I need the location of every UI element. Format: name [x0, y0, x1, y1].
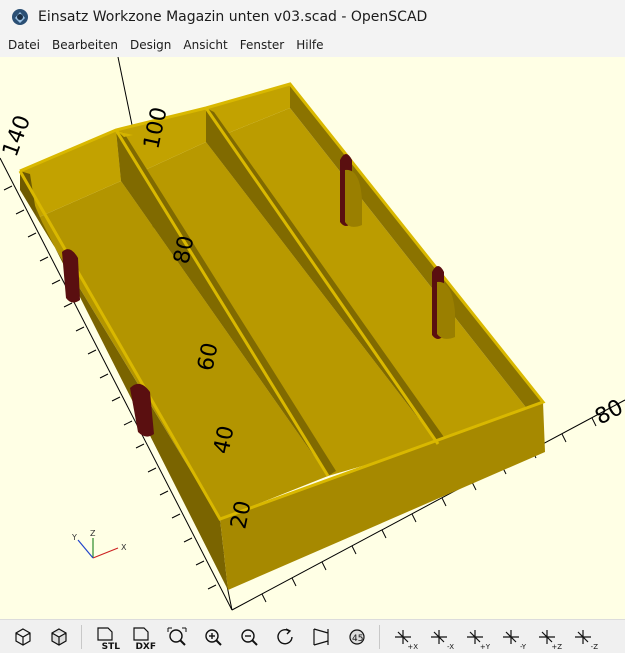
perspective-icon [313, 627, 329, 646]
view-bottom-label: -Z [590, 642, 598, 651]
view-toolbar: STL DXF 45 +X -X +Y -Y +Z -Z [0, 619, 625, 653]
toolbar-separator-2 [379, 624, 380, 649]
svg-text:X: X [121, 543, 127, 552]
axis-label-140: 140 [0, 112, 36, 160]
view-back-label: +Y [479, 642, 490, 651]
orthogonal-button[interactable]: 45 [344, 624, 370, 650]
zoom-in-button[interactable] [200, 624, 226, 650]
view-all-button[interactable] [10, 624, 36, 650]
model-render: 140 100 80 60 40 20 80 Z X Y [0, 57, 625, 611]
axis-gizmo: Z X Y [71, 529, 127, 559]
menu-bar: Datei Bearbeiten Design Ansicht Fenster … [0, 33, 625, 57]
view-front-button[interactable]: -Y [498, 624, 526, 651]
reset-view-icon [277, 627, 293, 644]
view-bottom-button[interactable]: -Z [570, 624, 598, 651]
export-dxf-label: DXF [135, 641, 156, 652]
reset-view-button[interactable] [272, 624, 298, 650]
perspective-button[interactable] [308, 624, 334, 650]
zoom-all-icon [167, 627, 187, 646]
view-right-label: +X [407, 642, 418, 651]
zoom-in-icon [205, 628, 222, 646]
openscad-logo-icon [12, 8, 28, 25]
svg-text:Z: Z [90, 529, 96, 538]
render-button[interactable] [46, 624, 72, 650]
export-stl-label: STL [101, 641, 120, 652]
3d-viewport[interactable]: 140 100 80 60 40 20 80 Z X Y [0, 57, 625, 619]
menu-design[interactable]: Design [124, 34, 177, 56]
window-title: Einsatz Workzone Magazin unten v03.scad … [38, 8, 428, 25]
view-left-button[interactable]: -X [426, 624, 454, 651]
view-right-button[interactable]: +X [390, 624, 418, 651]
toolbar-separator [81, 624, 82, 649]
export-stl-button[interactable]: STL [92, 624, 120, 652]
menu-datei[interactable]: Datei [2, 34, 46, 56]
svg-text:45: 45 [352, 634, 363, 644]
menu-fenster[interactable]: Fenster [234, 34, 291, 56]
zoom-out-icon [241, 628, 258, 646]
view-top-label: +Z [551, 642, 562, 651]
orthogonal-icon: 45 [349, 628, 365, 645]
zoom-out-button[interactable] [236, 624, 262, 650]
menu-ansicht[interactable]: Ansicht [177, 34, 233, 56]
view-top-button[interactable]: +Z [534, 624, 562, 651]
view-front-label: -Y [520, 642, 526, 651]
view-all-icon [15, 627, 31, 646]
zoom-all-button[interactable] [164, 624, 190, 650]
view-left-label: -X [447, 642, 454, 651]
svg-text:Y: Y [71, 533, 77, 542]
axis-label-x-80: 80 [591, 395, 625, 430]
render-icon [51, 627, 67, 646]
cutout-left-1 [62, 249, 80, 303]
view-back-button[interactable]: +Y [462, 624, 490, 651]
menu-hilfe[interactable]: Hilfe [290, 34, 329, 56]
menu-bearbeiten[interactable]: Bearbeiten [46, 34, 124, 56]
view-front-icon [503, 629, 519, 644]
title-bar: Einsatz Workzone Magazin unten v03.scad … [0, 0, 625, 33]
export-dxf-button[interactable]: DXF [128, 624, 156, 652]
